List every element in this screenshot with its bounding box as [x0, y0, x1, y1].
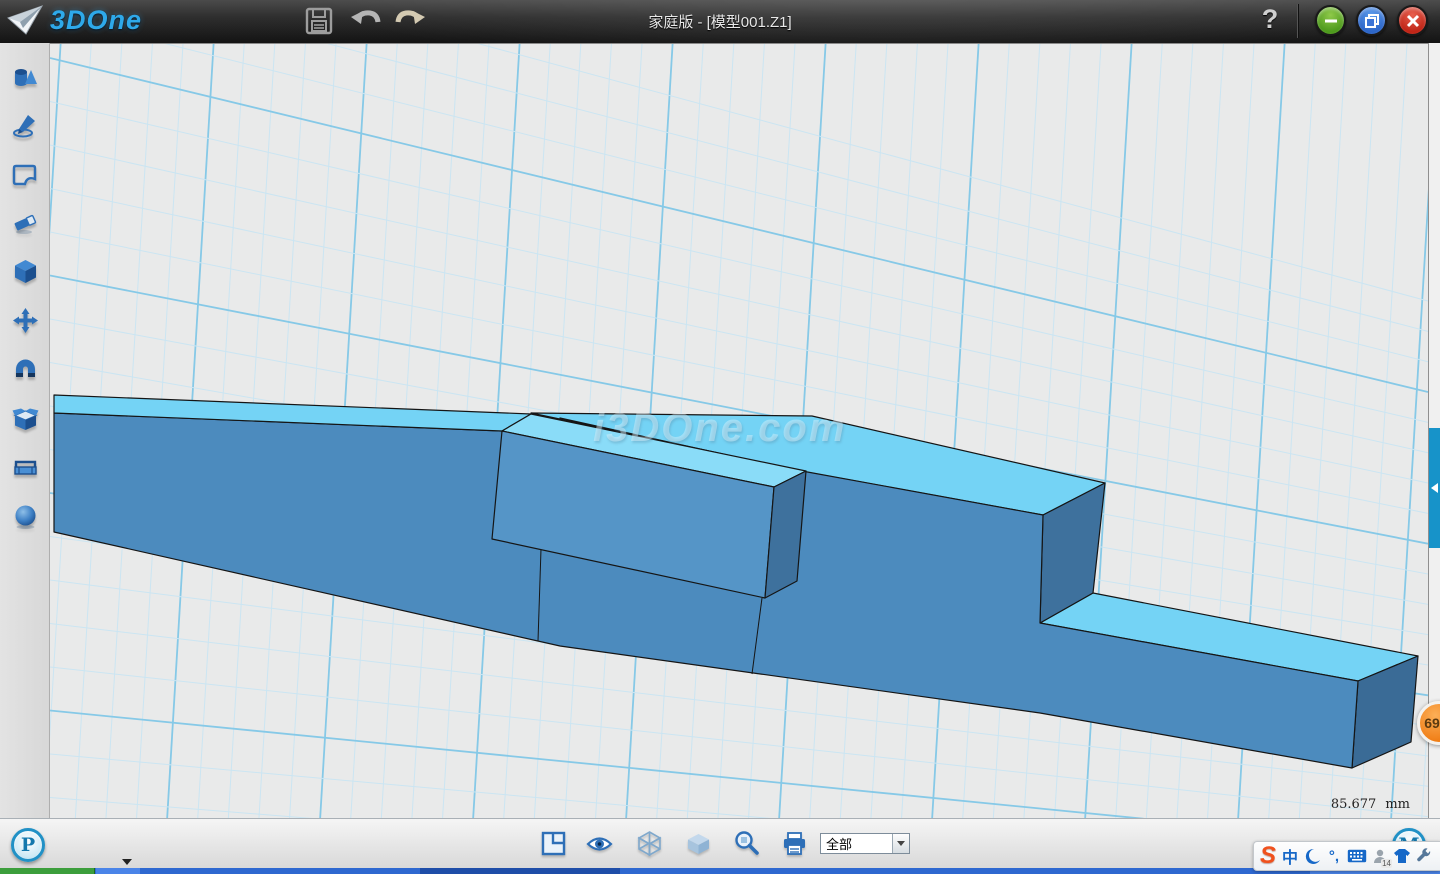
3done-app-window: { "window": { "logo": "3DOne", "title": …: [0, 0, 1440, 874]
material-render-icon[interactable]: [12, 503, 39, 530]
close-button[interactable]: [1397, 5, 1428, 36]
taskbar-active-segment[interactable]: [420, 868, 620, 874]
app-logo-text: 3DOne: [50, 5, 142, 36]
close-icon: [1405, 13, 1421, 29]
dropdown-arrow-icon[interactable]: [892, 834, 909, 853]
night-mode-icon[interactable]: [1303, 844, 1321, 868]
combine-edit-icon[interactable]: [12, 405, 39, 432]
wireframe-view-icon[interactable]: [636, 830, 663, 857]
punctuation-icon[interactable]: °,: [1325, 844, 1343, 868]
skin-tshirt-icon[interactable]: [1393, 844, 1411, 868]
feature-modeling-icon[interactable]: [12, 258, 39, 285]
shaded-view-icon[interactable]: [685, 830, 712, 857]
taskbar-start-segment[interactable]: [0, 868, 95, 874]
left-toolbar: [0, 43, 50, 818]
sketch-surface-icon[interactable]: [12, 160, 39, 187]
scale-value: 85.677: [1331, 797, 1377, 812]
model-3d[interactable]: [50, 44, 1428, 818]
assembly-magnet-icon[interactable]: [12, 356, 39, 383]
os-taskbar-edge[interactable]: [0, 868, 1440, 874]
settings-wrench-icon[interactable]: [1415, 844, 1433, 868]
move-transform-icon[interactable]: [12, 307, 39, 334]
scale-unit: mm: [1385, 797, 1410, 812]
visibility-eye-icon[interactable]: [586, 830, 613, 857]
sketch-trim-icon[interactable]: [12, 209, 39, 236]
sogou-logo-icon[interactable]: S: [1259, 844, 1277, 868]
minimize-icon: [1323, 13, 1339, 29]
zoom-view-icon[interactable]: [733, 830, 760, 857]
dropdown-caret-icon[interactable]: [122, 859, 132, 865]
display-filter-value: 全部: [821, 834, 892, 853]
save-icon[interactable]: [303, 6, 335, 36]
chevron-left-icon: [1431, 483, 1438, 493]
view-layout-icon[interactable]: [540, 830, 567, 857]
bottom-bar: P: [0, 818, 1440, 868]
measure-icon[interactable]: [12, 453, 39, 480]
keyboard-icon[interactable]: [1347, 844, 1367, 868]
scale-indicator: 85.677 mm: [1331, 797, 1410, 812]
app-logo: 3DOne: [6, 4, 142, 36]
title-bar: 3DOne 家庭版 - [模型001.Z1] ?: [0, 0, 1440, 43]
profile-badge[interactable]: P: [11, 828, 45, 862]
print-icon[interactable]: [781, 830, 808, 857]
help-button[interactable]: ?: [1255, 4, 1285, 38]
undo-icon[interactable]: [349, 6, 381, 36]
restore-button[interactable]: [1356, 5, 1387, 36]
paper-plane-icon: [6, 4, 44, 36]
panel-expand-tab[interactable]: [1429, 428, 1440, 548]
user-icon[interactable]: 14: [1371, 844, 1389, 868]
redo-icon[interactable]: [395, 6, 427, 36]
viewport-canvas[interactable]: i3DOne.com 85.677mm: [50, 43, 1428, 818]
primitive-solids-icon[interactable]: [12, 64, 39, 91]
minimize-button[interactable]: [1315, 5, 1346, 36]
user-count: 14: [1381, 859, 1392, 868]
titlebar-swoosh: [0, 0, 1440, 43]
sketch-draw-icon[interactable]: [12, 112, 39, 139]
titlebar-separator: [1297, 4, 1298, 38]
notification-count: 69: [1424, 715, 1440, 731]
restore-icon: [1364, 13, 1380, 29]
chinese-mode-icon[interactable]: 中: [1281, 844, 1299, 868]
ime-toolbar: S 中 °, 14: [1253, 841, 1440, 871]
taskbar-button-segment[interactable]: [96, 868, 140, 874]
display-filter-select[interactable]: 全部: [820, 833, 910, 854]
